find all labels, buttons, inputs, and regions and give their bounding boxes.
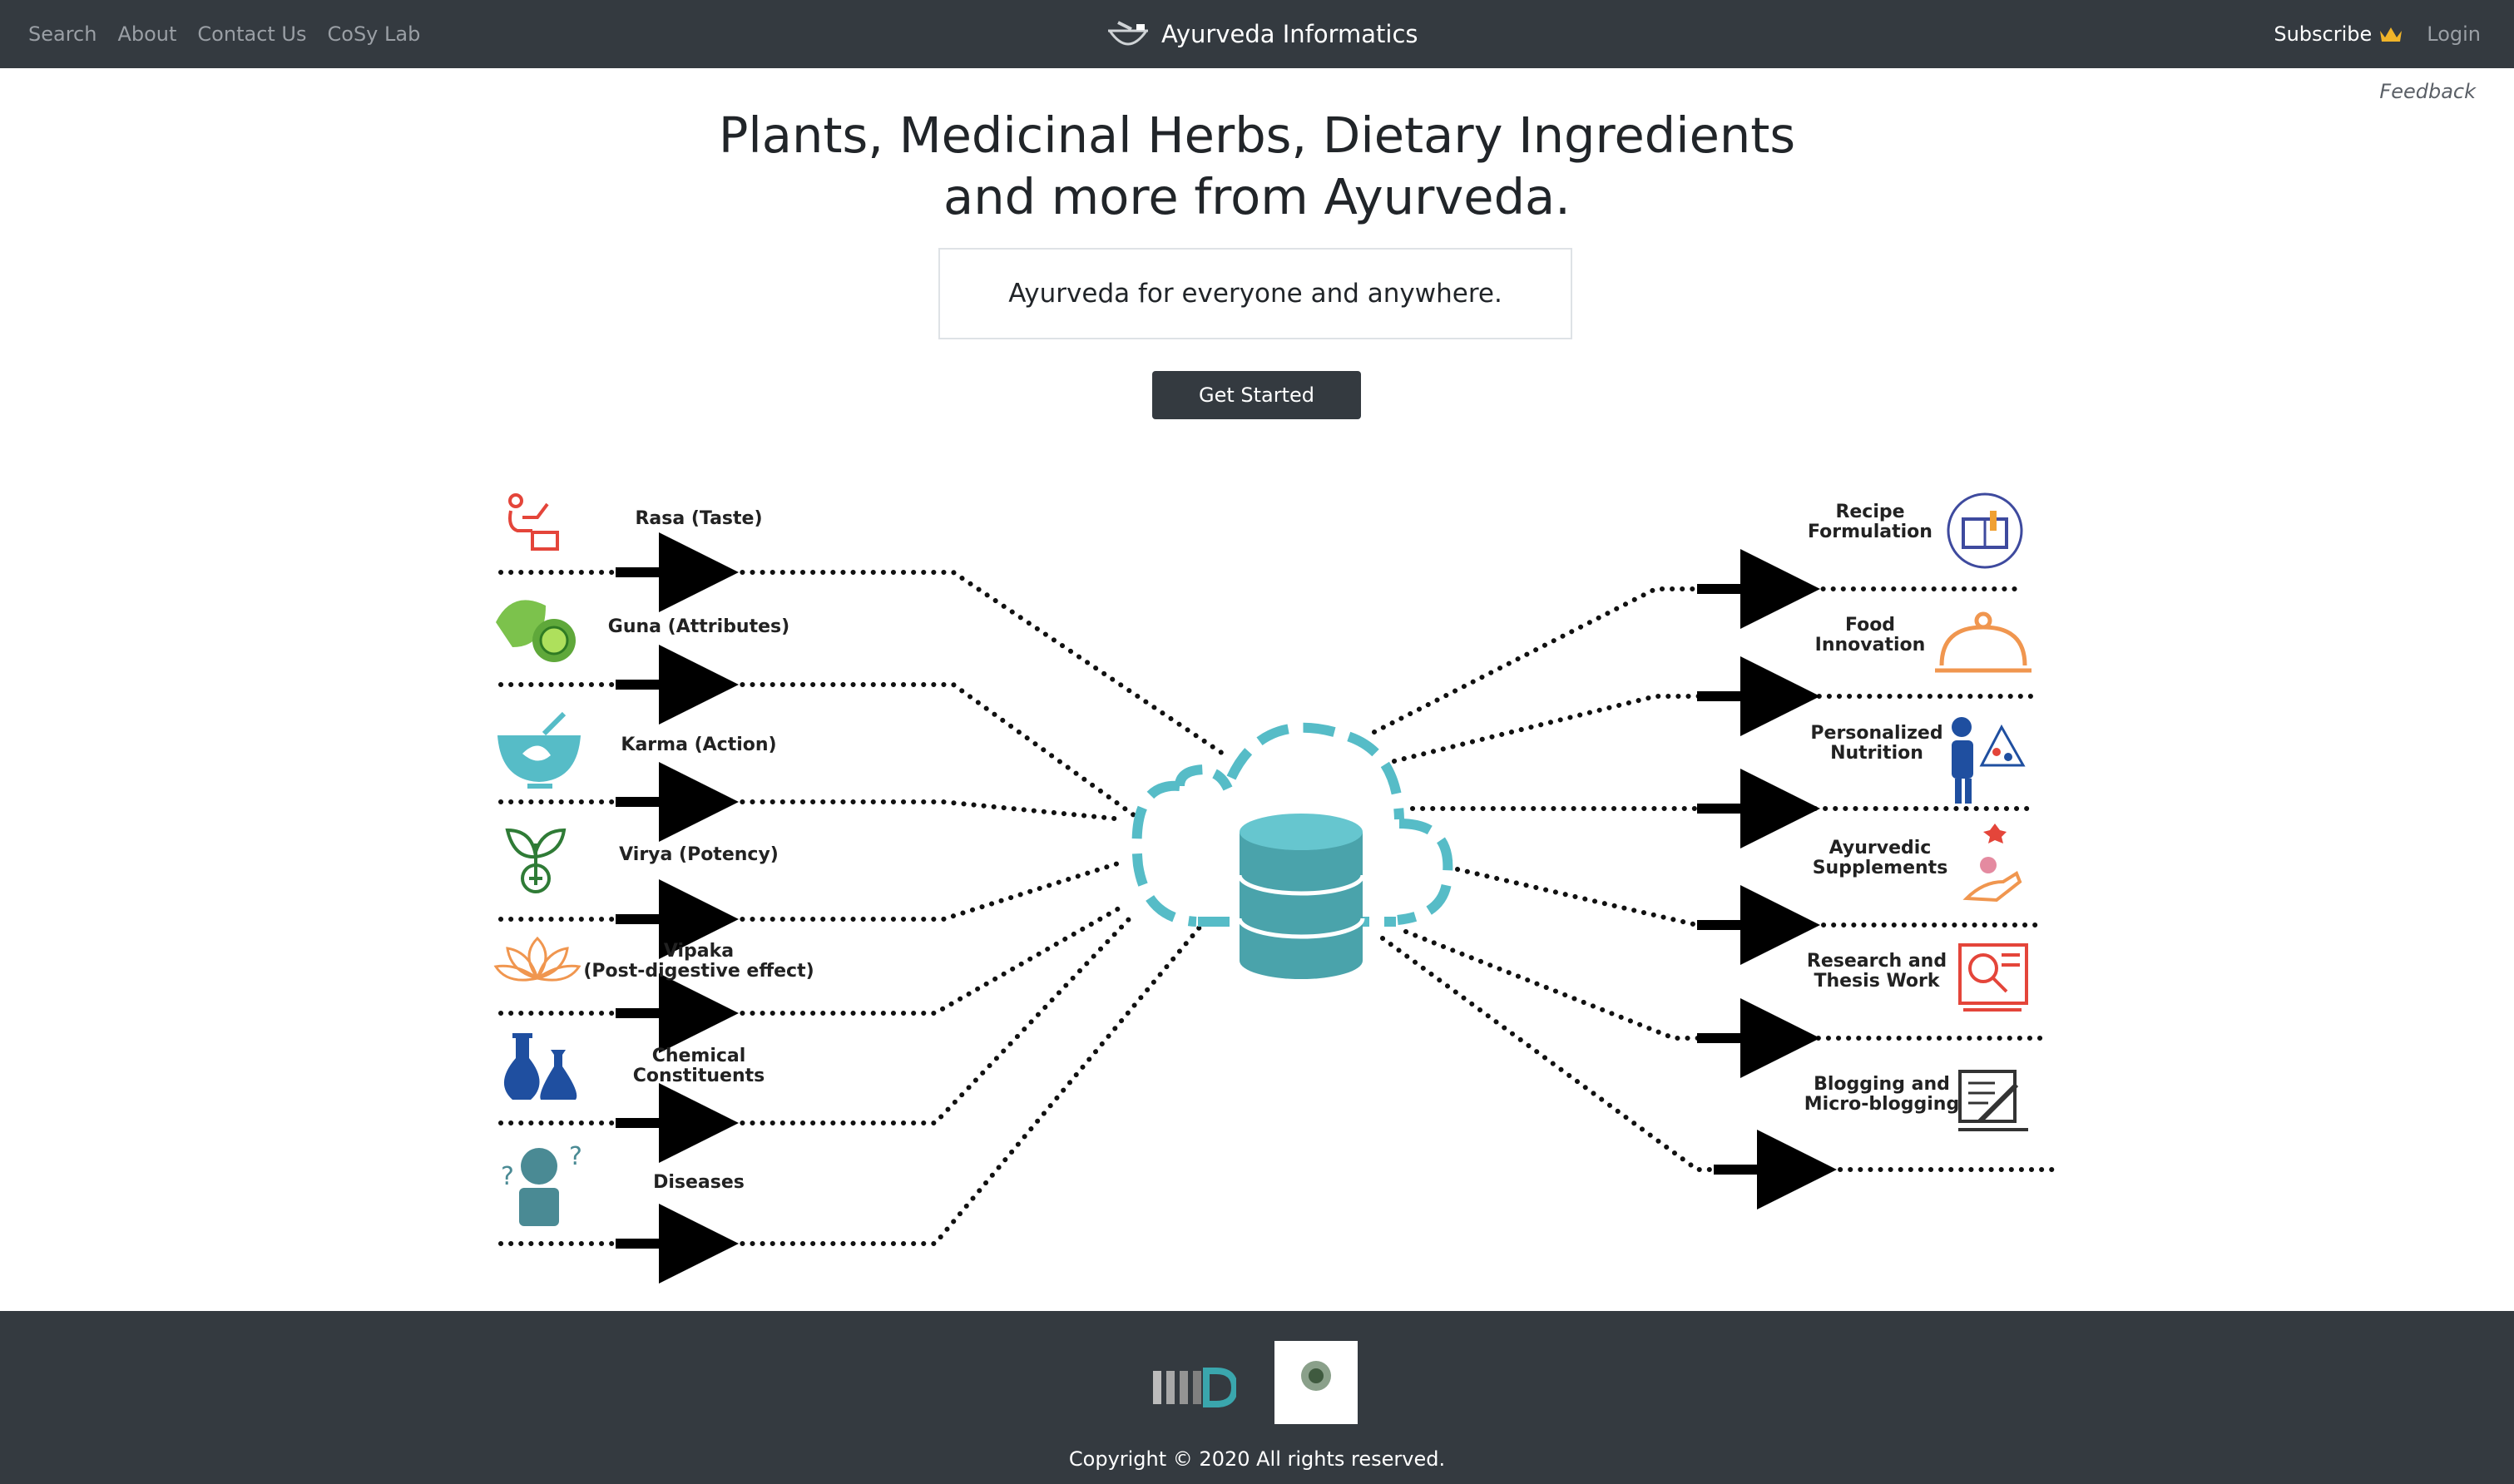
output-label: Ayurvedic Supplements <box>1813 838 1948 878</box>
input-label: Vipaka (Post-digestive effect) <box>583 941 814 982</box>
input-connector-line <box>498 859 1126 922</box>
diseases-person-icon: ? ? <box>501 1142 582 1226</box>
output-connector-line <box>1380 936 2057 1172</box>
get-started-button[interactable]: Get Started <box>1152 371 1361 419</box>
mortar-logo-icon <box>1108 21 1148 46</box>
input-label-line: Chemical <box>652 1046 746 1066</box>
ayusla-leaf-icon <box>1301 1361 1331 1391</box>
ayusla-logo <box>1274 1341 1358 1424</box>
output-connector-line <box>1455 867 2041 928</box>
output-label-line: Blogging and <box>1814 1074 1950 1095</box>
hero-title: Plants, Medicinal Herbs, Dietary Ingredi… <box>0 105 2514 228</box>
research-document-icon <box>1958 943 2028 1012</box>
tagline-box: Ayurveda for everyone and anywhere. <box>938 248 1572 339</box>
arrows <box>616 532 1837 1284</box>
hero-title-line-2: and more from Ayurveda. <box>943 168 1571 225</box>
nav-right: Subscribe Login <box>2274 0 2481 68</box>
nutrition-person-icon <box>1952 717 2026 804</box>
input-label: Rasa (Taste) <box>635 508 762 529</box>
output-connector-line <box>1372 586 2024 735</box>
output-label-line: Nutrition <box>1830 743 1923 764</box>
input-label-line: Constituents <box>633 1066 765 1086</box>
input-label: Virya (Potency) <box>619 844 779 865</box>
feedback-link[interactable]: Feedback <box>2379 80 2476 103</box>
rasa-taste-icon <box>508 493 559 551</box>
vipaka-lotus-icon <box>493 936 581 982</box>
nav-search-link[interactable]: Search <box>28 22 97 46</box>
nav-contact-link[interactable]: Contact Us <box>197 22 306 46</box>
input-connector-line <box>498 799 1126 822</box>
input-label-line: Virya (Potency) <box>619 844 779 865</box>
output-label-line: Supplements <box>1813 858 1948 878</box>
input-label: Diseases <box>653 1172 745 1193</box>
recipe-book-icon <box>1947 492 2023 569</box>
crown-icon <box>2380 27 2403 42</box>
output-label-line: Micro-blogging <box>1804 1094 1959 1115</box>
iiitd-logo <box>1153 1368 1236 1407</box>
input-label-line: Karma (Action) <box>621 735 776 755</box>
top-navbar: Search About Contact Us CoSy Lab Ayurved… <box>0 0 2514 68</box>
hero-title-line-1: Plants, Medicinal Herbs, Dietary Ingredi… <box>718 106 1796 164</box>
output-label-line: Thesis Work <box>1814 971 1940 992</box>
chemical-flask-icon <box>503 1033 577 1100</box>
nav-about-link[interactable]: About <box>117 22 176 46</box>
output-label-line: Food <box>1845 615 1895 636</box>
subscribe-label: Subscribe <box>2274 22 2373 46</box>
output-label: Blogging and Micro-blogging <box>1804 1074 1959 1115</box>
ayurveda-informatics-diagram: Rasa (Taste) Guna (Attributes) Karma (Acti… <box>493 492 2057 1284</box>
input-label: Chemical Constituents <box>633 1046 765 1086</box>
input-label-line: (Post-digestive effect) <box>583 961 814 982</box>
svg-text:?: ? <box>569 1142 582 1171</box>
virya-sprout-icon <box>505 828 567 893</box>
input-label-line: Diseases <box>653 1172 745 1193</box>
input-connector-line <box>498 570 1230 759</box>
input-connector-line <box>498 916 1132 1125</box>
input-label-line: Rasa (Taste) <box>635 508 762 529</box>
subscribe-link[interactable]: Subscribe <box>2274 22 2403 46</box>
login-link[interactable]: Login <box>2427 22 2481 46</box>
svg-text:?: ? <box>501 1162 514 1191</box>
supplements-hand-icon <box>1962 824 2022 903</box>
output-label: Research and Thesis Work <box>1807 951 1947 992</box>
input-label: Karma (Action) <box>621 735 776 755</box>
output-label-line: Ayurvedic <box>1829 838 1932 858</box>
output-label: Recipe Formulation <box>1808 502 1933 542</box>
brand-home-link[interactable]: Ayurveda Informatics <box>1106 0 1418 68</box>
nav-cosy-lab-link[interactable]: CoSy Lab <box>328 22 421 46</box>
footer: Copyright © 2020 All rights reserved. <box>0 1311 2514 1484</box>
input-connector-line <box>498 682 1142 822</box>
input-label: Guna (Attributes) <box>608 616 789 637</box>
input-label-line: Vipaka <box>664 941 734 962</box>
guna-leaf-icon <box>496 600 576 662</box>
blogging-computer-icon <box>1958 1070 2028 1131</box>
output-label: Food Innovation <box>1815 615 1926 655</box>
database-icon <box>1237 814 1365 979</box>
input-label-line: Guna (Attributes) <box>608 616 789 637</box>
copyright-text: Copyright © 2020 All rights reserved. <box>1068 1447 1446 1471</box>
output-label-line: Formulation <box>1808 522 1933 542</box>
tagline-text: Ayurveda for everyone and anywhere. <box>1008 279 1502 309</box>
output-label: Personalized Nutrition <box>1810 723 1942 764</box>
nav-links: Search About Contact Us CoSy Lab <box>28 0 441 68</box>
output-label-line: Innovation <box>1815 635 1926 655</box>
karma-mortar-icon <box>497 711 581 789</box>
brand-title: Ayurveda Informatics <box>1161 20 1418 48</box>
output-label-line: Research and <box>1807 951 1947 972</box>
food-cloche-icon <box>1935 611 2031 673</box>
output-label-line: Recipe <box>1835 502 1904 522</box>
output-label-line: Personalized <box>1810 723 1942 744</box>
output-connector-line <box>1403 929 2049 1041</box>
